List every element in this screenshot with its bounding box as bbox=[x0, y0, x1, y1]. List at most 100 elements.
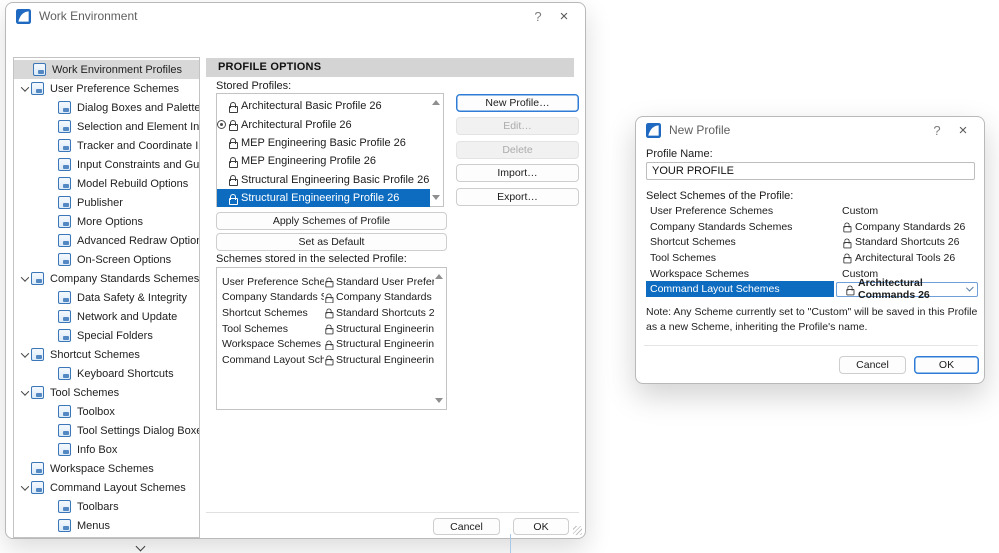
export-button[interactable]: Export… bbox=[456, 188, 579, 206]
apply-schemes-button[interactable]: Apply Schemes of Profile bbox=[216, 212, 447, 230]
tree-item[interactable]: Keyboard Shortcuts bbox=[14, 364, 199, 383]
tool-schemes-icon bbox=[31, 386, 44, 399]
scheme-type: Company Standards Schemes bbox=[646, 219, 834, 235]
tree-item[interactable]: Network and Update bbox=[14, 307, 199, 326]
scheme-dropdown[interactable]: Standard Shortcuts 26 bbox=[834, 234, 978, 250]
import-button[interactable]: Import… bbox=[456, 164, 579, 182]
tree-item[interactable]: Selection and Element Information bbox=[14, 117, 199, 136]
new-profile-button[interactable]: New Profile… bbox=[456, 94, 579, 112]
resize-grip[interactable] bbox=[573, 526, 582, 535]
work-environment-tree: Work Environment Profiles User Preferenc… bbox=[13, 57, 200, 538]
expander-chevron-icon[interactable] bbox=[18, 352, 31, 358]
tool-settings-dialog-boxes-icon bbox=[58, 424, 71, 437]
schemes-stored-label: Schemes stored in the selected Profile: bbox=[216, 253, 407, 265]
scroll-down-arrow[interactable] bbox=[432, 195, 440, 200]
scheme-select-row[interactable]: Shortcut Schemes Standard Shortcuts 26 bbox=[646, 234, 978, 250]
select-schemes-label: Select Schemes of the Profile: bbox=[646, 190, 793, 202]
tree-item[interactable]: Command Layout Schemes bbox=[14, 478, 199, 497]
profile-name-input[interactable] bbox=[646, 162, 975, 180]
close-button[interactable]: × bbox=[555, 8, 573, 25]
profile-buttons: New Profile… Edit… Delete Import… Export… bbox=[456, 94, 579, 211]
scroll-up-arrow[interactable] bbox=[435, 274, 443, 279]
stored-profile-row[interactable]: MEP Engineering Basic Profile 26 bbox=[217, 134, 430, 152]
tree-item[interactable]: More Options bbox=[14, 212, 199, 231]
tree-item[interactable]: Publisher bbox=[14, 193, 199, 212]
title-bar: New Profile ? × bbox=[636, 117, 984, 143]
close-button[interactable]: × bbox=[954, 122, 972, 139]
tree-item[interactable]: Info Box bbox=[14, 440, 199, 459]
stored-profile-label: Structural Engineering Profile 26 bbox=[241, 192, 399, 204]
tree-item[interactable]: Work Environment Profiles bbox=[14, 60, 199, 79]
expander-chevron-icon[interactable] bbox=[18, 390, 31, 396]
scheme-row[interactable]: Workspace Schemes Structural Engineering… bbox=[217, 336, 434, 352]
tree-item[interactable]: Tool Schemes bbox=[14, 383, 199, 402]
stored-profile-row[interactable]: Architectural Basic Profile 26 bbox=[217, 97, 430, 115]
tree-item[interactable]: Workspace Schemes bbox=[14, 459, 199, 478]
tree-item[interactable]: Dialog Boxes and Palettes bbox=[14, 98, 199, 117]
scheme-type: Workspace Schemes bbox=[222, 338, 324, 350]
scheme-dropdown[interactable]: Custom bbox=[834, 203, 978, 219]
scheme-select-row[interactable]: Tool Schemes Architectural Tools 26 bbox=[646, 250, 978, 266]
scheme-dropdown[interactable]: Architectural Commands 26 bbox=[836, 282, 978, 297]
data-safety-integrity-icon bbox=[58, 291, 71, 304]
scheme-type: User Preference Schemes bbox=[646, 203, 834, 219]
tree-item[interactable]: Toolbars bbox=[14, 497, 199, 516]
lock-icon bbox=[324, 292, 332, 302]
lock-icon bbox=[324, 308, 332, 318]
tree-item[interactable]: Advanced Redraw Options bbox=[14, 231, 199, 250]
scroll-down-arrow[interactable] bbox=[435, 398, 443, 403]
delete-button: Delete bbox=[456, 141, 579, 159]
tree-item[interactable]: On-Screen Options bbox=[14, 250, 199, 269]
toolbars-icon bbox=[58, 500, 71, 513]
scheme-row[interactable]: Tool Schemes Structural Engineering Tool… bbox=[217, 321, 434, 337]
tree-item[interactable]: User Preference Schemes bbox=[14, 79, 199, 98]
stored-profile-row[interactable]: Structural Engineering Basic Profile 26 bbox=[217, 171, 430, 189]
scheme-row[interactable]: Company Standards Sche… Company Standard… bbox=[217, 290, 434, 306]
scheme-row[interactable]: Shortcut Schemes Standard Shortcuts 26 bbox=[217, 305, 434, 321]
tree-item[interactable]: Tool Settings Dialog Boxes bbox=[14, 421, 199, 440]
tree-item[interactable]: Model Rebuild Options bbox=[14, 174, 199, 193]
ok-button[interactable]: OK bbox=[914, 356, 979, 374]
scheme-value: Structural Engineering Tool… bbox=[336, 323, 434, 335]
tree-item[interactable]: Data Safety & Integrity bbox=[14, 288, 199, 307]
company-standards-schemes-icon bbox=[31, 272, 44, 285]
expander-chevron-icon[interactable] bbox=[18, 485, 31, 491]
scheme-row[interactable]: Command Layout Schemes Structural Engine… bbox=[217, 352, 434, 368]
tree-item[interactable]: Company Standards Schemes bbox=[14, 269, 199, 288]
tree-item[interactable]: Toolbox bbox=[14, 402, 199, 421]
stored-profile-row[interactable]: Structural Engineering Profile 26 bbox=[217, 189, 430, 207]
help-button[interactable]: ? bbox=[928, 123, 946, 138]
tree-item[interactable]: Special Folders bbox=[14, 326, 199, 345]
scheme-type: User Preference Schemes bbox=[222, 276, 324, 288]
scheme-dropdown[interactable]: Company Standards 26 bbox=[834, 219, 978, 235]
stored-profile-row[interactable]: Architectural Profile 26 bbox=[217, 115, 430, 133]
scheme-select-row[interactable]: Company Standards Schemes Company Standa… bbox=[646, 219, 978, 235]
stored-profile-label: Architectural Profile 26 bbox=[241, 119, 352, 131]
expander-chevron-icon[interactable] bbox=[18, 276, 31, 282]
help-button[interactable]: ? bbox=[529, 9, 547, 24]
ok-button[interactable]: OK bbox=[513, 518, 569, 535]
stored-profile-label: MEP Engineering Profile 26 bbox=[241, 155, 376, 167]
tree-item[interactable]: Menus bbox=[14, 516, 199, 535]
scheme-select-row[interactable]: Command Layout Schemes Architectural Com… bbox=[646, 281, 978, 297]
scheme-row[interactable]: User Preference Schemes Standard User Pr… bbox=[217, 274, 434, 290]
workspace-schemes-icon bbox=[31, 462, 44, 475]
lock-icon bbox=[842, 222, 850, 232]
stored-profile-row[interactable]: MEP Engineering Profile 26 bbox=[217, 152, 430, 170]
set-as-default-button[interactable]: Set as Default bbox=[216, 233, 447, 251]
cancel-button[interactable]: Cancel bbox=[839, 356, 906, 374]
scheme-select-row[interactable]: User Preference Schemes Custom bbox=[646, 203, 978, 219]
title-bar: Work Environment ? × bbox=[6, 3, 585, 29]
user-preference-schemes-icon bbox=[31, 82, 44, 95]
tree-item[interactable]: Tracker and Coordinate Input bbox=[14, 136, 199, 155]
dialog-title: New Profile bbox=[669, 123, 920, 137]
work-environment-profiles-icon bbox=[33, 63, 46, 76]
scroll-up-arrow[interactable] bbox=[432, 100, 440, 105]
tree-item[interactable]: Shortcut Schemes bbox=[14, 345, 199, 364]
scheme-dropdown[interactable]: Architectural Tools 26 bbox=[834, 250, 978, 266]
keyboard-shortcuts-icon bbox=[58, 367, 71, 380]
tree-item-label: Company Standards Schemes bbox=[50, 273, 199, 285]
tree-item[interactable]: Input Constraints and Guides bbox=[14, 155, 199, 174]
cancel-button[interactable]: Cancel bbox=[433, 518, 500, 535]
expander-chevron-icon[interactable] bbox=[18, 86, 31, 92]
